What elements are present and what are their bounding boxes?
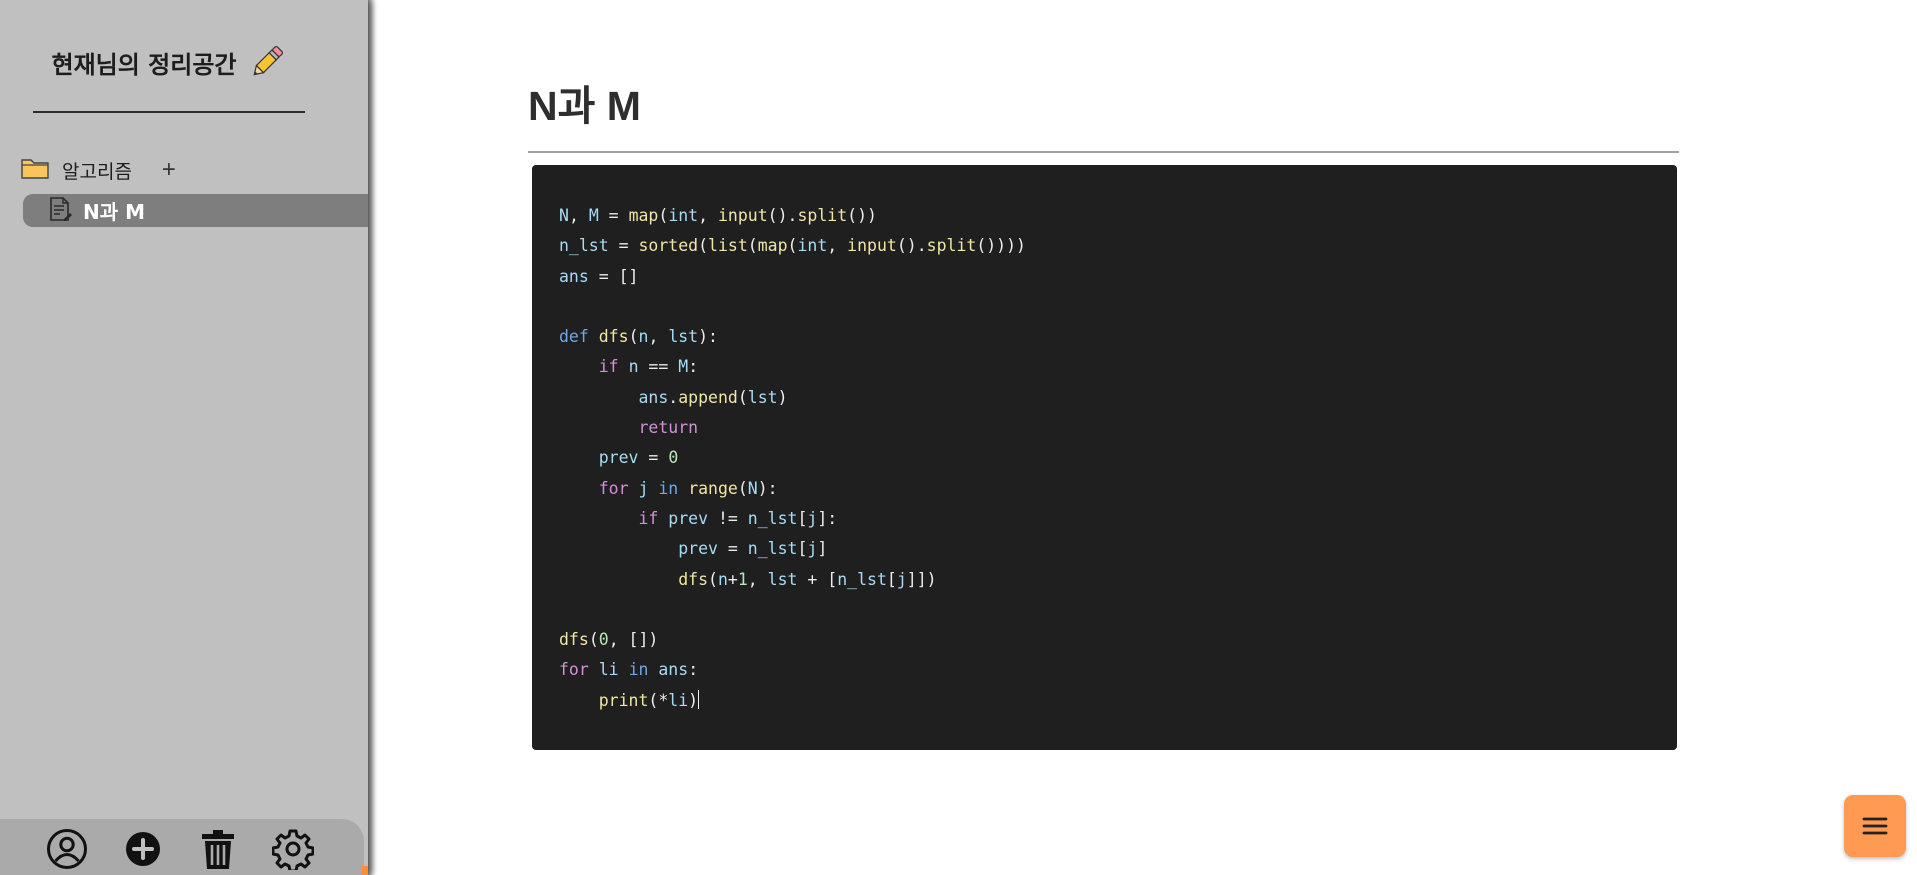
- add-page-button[interactable]: +: [160, 158, 178, 182]
- sidebar-corner-accent: [362, 866, 368, 875]
- sidebar-folder-algorithm[interactable]: 알고리즘 +: [20, 156, 320, 184]
- code-line: if prev != n_lst[j]:: [638, 508, 838, 528]
- code-line: n_lst = sorted(list(map(int, input().spl…: [559, 236, 1026, 256]
- code-line: def dfs(n, lst):: [559, 327, 718, 347]
- brand-title: 현재님의 정리공간: [51, 50, 237, 79]
- add-button[interactable]: [122, 828, 164, 870]
- profile-button[interactable]: [46, 828, 88, 870]
- hamburger-menu-icon: [1862, 817, 1888, 835]
- code-line: prev = n_lst[j]: [678, 539, 828, 559]
- pencil-icon: [247, 42, 287, 82]
- sidebar-item-n-and-m[interactable]: N과 M: [23, 194, 368, 227]
- code-line: for j in range(N):: [598, 478, 778, 498]
- trash-icon: [202, 830, 234, 869]
- code-line: return: [638, 418, 699, 438]
- code-line: prev = 0: [598, 448, 679, 468]
- text-caret: [698, 689, 700, 709]
- document-icon: [47, 196, 73, 226]
- menu-button[interactable]: [1844, 795, 1906, 857]
- code-line: dfs(n+1, lst + [n_lst[j]]): [678, 569, 937, 589]
- code-editor[interactable]: N, M = map(int, input().split()) n_lst =…: [559, 201, 1677, 716]
- brand: 현재님의 정리공간: [33, 42, 305, 82]
- code-line: for li in ans:: [559, 660, 699, 680]
- sidebar: 현재님의 정리공간 알고리즘 + N과 M: [0, 0, 368, 875]
- folder-label: 알고리즘: [62, 160, 132, 183]
- code-line: print(*li): [598, 689, 700, 710]
- settings-button[interactable]: [272, 828, 314, 870]
- title-divider: [528, 151, 1679, 153]
- code-line: N, M = map(int, input().split()): [559, 206, 877, 225]
- brand-divider: [33, 111, 305, 113]
- sidebar-resize-handle[interactable]: [368, 0, 376, 875]
- gear-icon: [272, 829, 314, 870]
- sidebar-item-label: N과 M: [83, 200, 146, 224]
- plus-circle-icon: [126, 832, 160, 866]
- code-block[interactable]: N, M = map(int, input().split()) n_lst =…: [532, 165, 1677, 750]
- delete-button[interactable]: [197, 828, 239, 870]
- code-line: ans.append(lst): [638, 387, 788, 407]
- sidebar-toolbar: [0, 819, 364, 875]
- code-line: ans = []: [559, 266, 639, 286]
- user-circle-icon: [47, 829, 87, 869]
- page-title: N과 M: [528, 83, 641, 129]
- code-line: if n == M:: [598, 357, 699, 377]
- code-line: dfs(0, []): [559, 630, 659, 650]
- folder-icon: [20, 156, 50, 184]
